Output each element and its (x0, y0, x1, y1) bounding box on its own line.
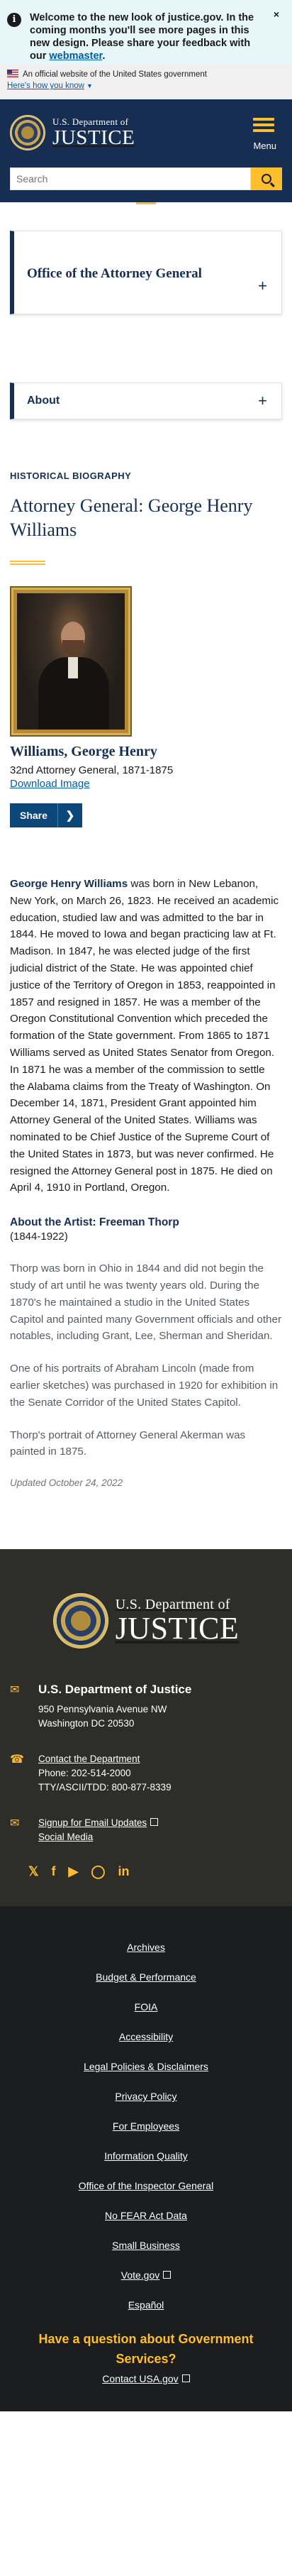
footer-link[interactable]: Information Quality (0, 2150, 292, 2162)
footer-email-updates: ✉ Signup for Email Updates Social Media (0, 1816, 292, 1844)
footer-link[interactable]: For Employees (0, 2120, 292, 2132)
plus-icon: + (258, 277, 267, 295)
us-flag-icon (7, 70, 18, 77)
instagram-icon[interactable]: ◯ (91, 1864, 105, 1879)
footer-phone: Phone: 202-514-2000 (38, 1768, 131, 1779)
site-footer: U.S. Department of JUSTICE ✉ U.S. Depart… (0, 1549, 292, 1907)
artist-heading: About the Artist: Freeman Thorp (10, 1216, 179, 1229)
mail-icon: ✉ (10, 1817, 20, 1830)
facebook-icon[interactable]: f (52, 1864, 56, 1879)
social-media-link[interactable]: Social Media (38, 1832, 93, 1842)
footer-link[interactable]: No FEAR Act Data (0, 2210, 292, 2221)
gov-banner: An official website of the United States… (0, 64, 292, 99)
footer-logo[interactable]: U.S. Department of JUSTICE (0, 1593, 292, 1649)
doj-logo[interactable]: U.S. Department of JUSTICE (10, 115, 135, 150)
portrait-caption-role: 32nd Attorney General, 1871-1875 (10, 764, 174, 776)
footer-tty: TTY/ASCII/TDD: 800-877-8339 (38, 1782, 172, 1793)
external-link-icon (181, 2374, 190, 2383)
alert-message: Welcome to the new look of justice.gov. … (30, 12, 254, 62)
footer-link[interactable]: FOIA (0, 2001, 292, 2013)
about-accordion[interactable]: About + (10, 382, 282, 419)
footer-link[interactable]: Budget & Performance (0, 1971, 292, 1983)
footer-address-line: 950 Pennsylvania Avenue NW (38, 1704, 167, 1715)
footer-address-line: Washington DC 20530 (38, 1718, 135, 1729)
heres-how-you-know-link[interactable]: Here's how you know ▼ (7, 82, 93, 90)
footer-link[interactable]: Office of the Inspector General (0, 2180, 292, 2191)
footer-logo-dept: U.S. Department of (115, 1597, 230, 1613)
plus-icon: + (258, 392, 267, 409)
footer-link[interactable]: Privacy Policy (0, 2091, 292, 2102)
chevron-down-icon: ▼ (86, 82, 93, 89)
title-divider (10, 561, 45, 565)
menu-label: Menu (253, 141, 276, 151)
contact-department-link[interactable]: Contact the Department (38, 1754, 140, 1764)
artist-dates: (1844-1922) (10, 1231, 68, 1243)
contact-usagov-link[interactable]: Contact USA.gov (102, 2373, 190, 2384)
share-button[interactable]: Share ❯ (10, 803, 82, 827)
footer-link[interactable]: Small Business (0, 2240, 292, 2251)
doj-seal-icon (10, 115, 45, 150)
footer-link[interactable]: Archives (0, 1942, 292, 1953)
artist-paragraph: Thorp was born in Ohio in 1844 and did n… (10, 1262, 282, 1343)
portrait-caption-name: Williams, George Henry (10, 744, 157, 759)
site-alert: i Welcome to the new look of justice.gov… (0, 0, 292, 64)
artist-paragraph: One of his portraits of Abraham Lincoln … (10, 1363, 279, 1409)
social-icons: 𝕏 f ▶ ◯ in (28, 1864, 292, 1879)
external-link-icon (150, 1818, 159, 1827)
info-icon: i (7, 13, 21, 27)
footer-links: Archives Budget & Performance FOIA Accessib… (0, 1906, 292, 2412)
page-eyebrow: Historical Biography (10, 470, 132, 481)
header-accent (136, 202, 156, 204)
hamburger-icon (253, 118, 276, 132)
site-header: U.S. Department of JUSTICE Menu (0, 99, 292, 204)
doj-seal-icon (52, 1593, 108, 1649)
footer-link[interactable]: Accessibility (0, 2031, 292, 2042)
search-button[interactable] (251, 167, 282, 190)
download-image-link[interactable]: Download Image (10, 778, 90, 790)
search-form (10, 167, 282, 190)
page-title: Attorney General: George Henry Williams (10, 495, 253, 540)
signup-email-link[interactable]: Signup for Email Updates (38, 1817, 159, 1828)
external-link-icon (163, 2271, 172, 2279)
footer-link[interactable]: Español (0, 2299, 292, 2311)
phone-icon: ☎ (10, 1754, 24, 1766)
logo-justice-text: JUSTICE (52, 126, 135, 149)
gov-banner-text: An official website of the United States… (23, 70, 207, 79)
office-accordion[interactable]: Office of the Attorney General + (10, 231, 282, 314)
footer-link[interactable]: Vote.gov (0, 2269, 292, 2281)
portrait-image (10, 586, 132, 737)
share-label: Share (10, 803, 58, 827)
footer-link[interactable]: Legal Policies & Disclaimers (0, 2061, 292, 2072)
chevron-right-icon: ❯ (65, 810, 75, 822)
main-content: Historical Biography Attorney General: G… (0, 470, 292, 1488)
linkedin-icon[interactable]: in (118, 1864, 130, 1879)
office-accordion-label: Office of the Attorney General (27, 266, 202, 281)
biography-text: George Henry Williams was born in New Le… (10, 878, 279, 1194)
updated-date: Updated October 24, 2022 (10, 1477, 123, 1489)
webmaster-link[interactable]: webmaster (49, 50, 102, 62)
twitter-icon[interactable]: 𝕏 (28, 1864, 39, 1879)
search-icon (262, 174, 271, 184)
footer-contact: ☎ Contact the Department Phone: 202-514-… (0, 1752, 292, 1795)
menu-button[interactable]: Menu (253, 115, 276, 151)
about-accordion-label: About (27, 395, 60, 407)
footer-dept-name: U.S. Department of Justice (38, 1683, 192, 1697)
footer-address: ✉ U.S. Department of Justice 950 Pennsyl… (0, 1683, 292, 1731)
envelope-icon: ✉ (10, 1684, 20, 1697)
search-input[interactable] (10, 167, 251, 190)
close-icon[interactable]: × (274, 9, 279, 20)
footer-logo-justice: JUSTICE (115, 1611, 240, 1646)
youtube-icon[interactable]: ▶ (69, 1864, 79, 1879)
logo-dept-text: U.S. Department of (52, 116, 129, 127)
government-services-question: Have a question about Government Service… (38, 2332, 254, 2367)
artist-paragraph: Thorp's portrait of Attorney General Ake… (10, 1429, 246, 1458)
